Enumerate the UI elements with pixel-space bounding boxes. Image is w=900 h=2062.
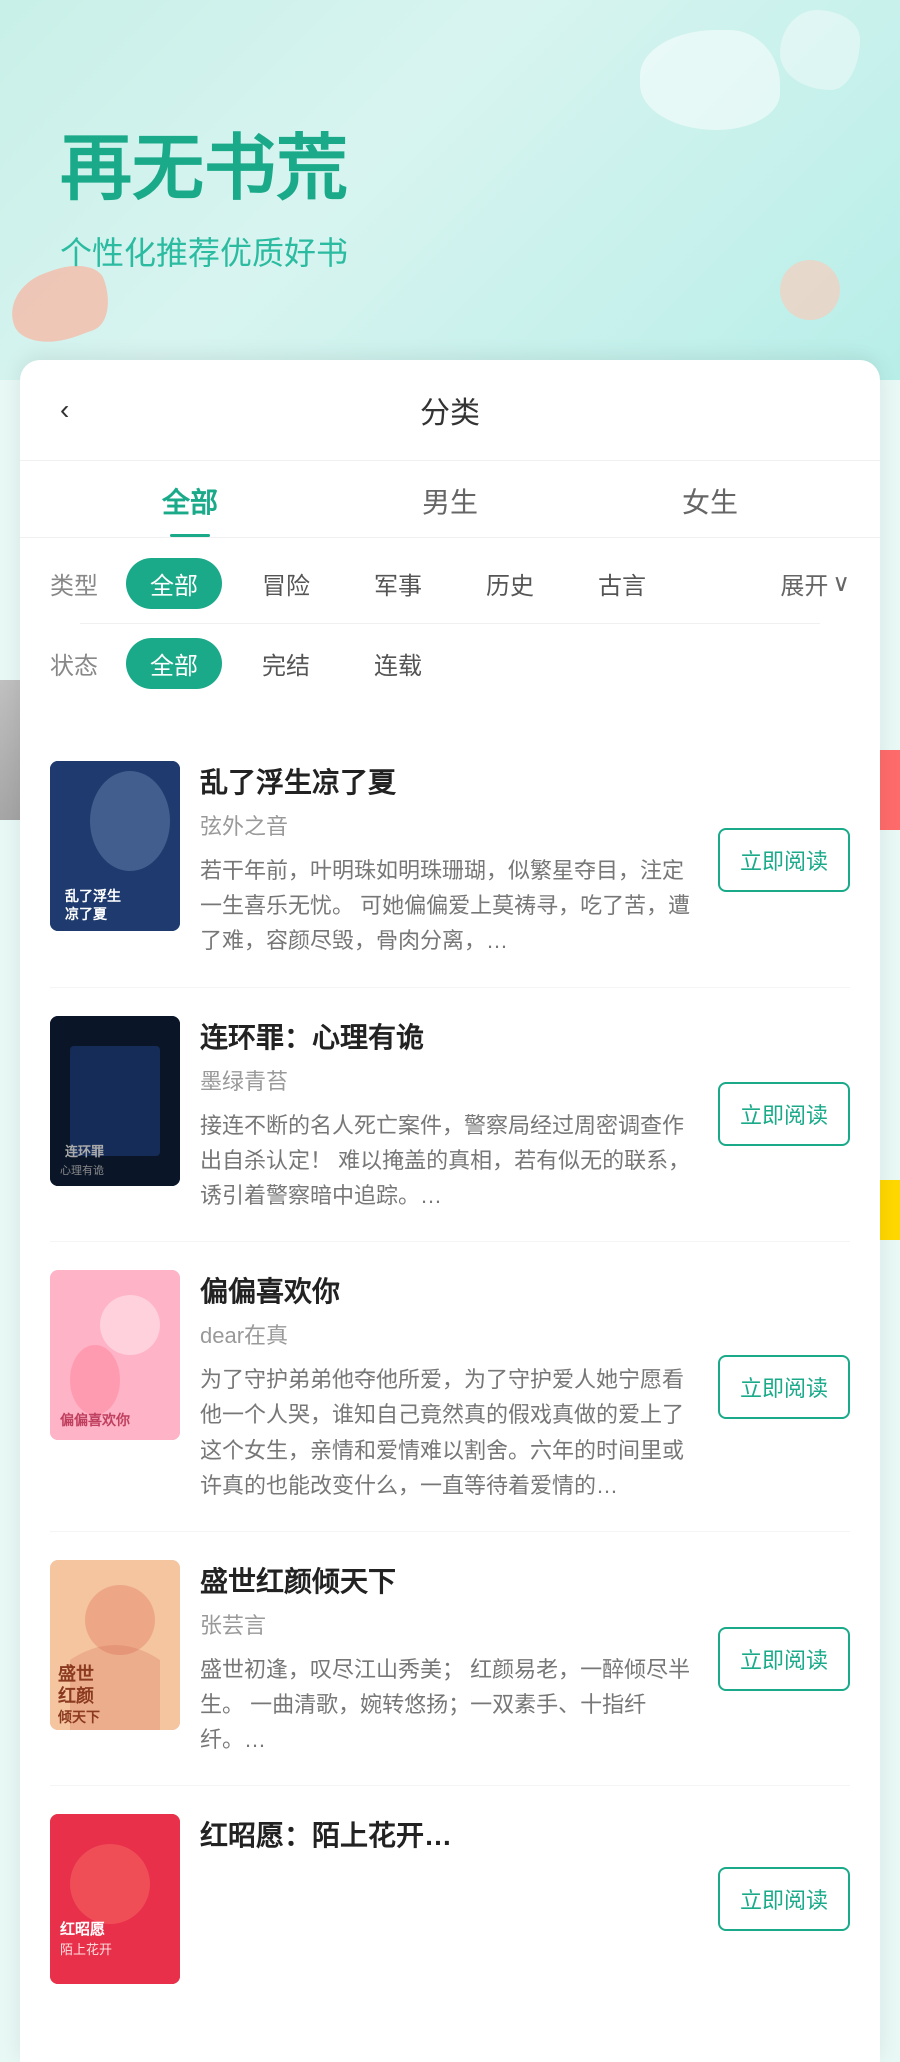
book-cover-3[interactable]: 偏偏喜欢你 [50, 1270, 180, 1440]
svg-text:盛世: 盛世 [58, 1663, 94, 1684]
decorative-blob-3 [780, 260, 840, 320]
book-title-5: 红昭愿：陌上花开… [200, 1814, 698, 1854]
status-filter-completed[interactable]: 完结 [238, 638, 334, 689]
book-title-4: 盛世红颜倾天下 [200, 1560, 698, 1600]
type-filter-row: 类型 全部 冒险 军事 历史 古言 展开 ∨ [50, 558, 850, 609]
book-title-2: 连环罪：心理有诡 [200, 1016, 698, 1056]
book-author-4: 张芸言 [200, 1608, 698, 1640]
book-info-3: 偏偏喜欢你 dear在真 为了守护弟弟他夺他所爱，为了守护爱人她宁愿看他一个人哭… [200, 1270, 698, 1503]
filter-divider [80, 623, 820, 624]
book-cover-2[interactable]: 连环罪 心理有诡 [50, 1016, 180, 1186]
book-title-1: 乱了浮生凉了夏 [200, 761, 698, 801]
tab-male[interactable]: 男生 [320, 481, 580, 537]
svg-text:倾天下: 倾天下 [57, 1709, 100, 1726]
main-card: ‹ 分类 全部 男生 女生 类型 全部 冒险 军事 历史 古言 展开 ∨ 状态 … [20, 360, 880, 2062]
book-desc-2: 接连不断的名人死亡案件，警察局经过周密调查作出自杀认定！ 难以掩盖的真相，若有似… [200, 1108, 698, 1214]
expand-button[interactable]: 展开 ∨ [780, 566, 850, 601]
svg-text:红昭愿: 红昭愿 [60, 1920, 105, 1938]
book-info-4: 盛世红颜倾天下 张芸言 盛世初逢，叹尽江山秀美； 红颜易老，一醉倾尽半生。 一曲… [200, 1560, 698, 1758]
status-filter-all[interactable]: 全部 [126, 638, 222, 689]
hero-section: 再无书荒 个性化推荐优质好书 [0, 0, 900, 380]
book-info-1: 乱了浮生凉了夏 弦外之音 若干年前，叶明珠如明珠珊瑚，似繁星夺目，注定一生喜乐无… [200, 761, 698, 959]
chevron-down-icon: ∨ [832, 569, 850, 598]
tab-female[interactable]: 女生 [580, 481, 840, 537]
hero-title: 再无书荒 [60, 126, 840, 212]
book-author-2: 墨绿青苔 [200, 1064, 698, 1096]
book-author-3: dear在真 [200, 1318, 698, 1350]
svg-text:乱了浮生: 乱了浮生 [65, 888, 121, 905]
type-filter-label: 类型 [50, 566, 110, 601]
book-cover-5[interactable]: 红昭愿 陌上花开 [50, 1814, 180, 1984]
read-button-3[interactable]: 立即阅读 [718, 1355, 850, 1419]
read-button-4[interactable]: 立即阅读 [718, 1627, 850, 1691]
type-filter-military[interactable]: 军事 [350, 558, 446, 609]
hero-subtitle: 个性化推荐优质好书 [60, 228, 840, 274]
read-button-5[interactable]: 立即阅读 [718, 1867, 850, 1931]
status-filter-label: 状态 [50, 646, 110, 681]
book-info-2: 连环罪：心理有诡 墨绿青苔 接连不断的名人死亡案件，警察局经过周密调查作出自杀认… [200, 1016, 698, 1214]
decorative-blob-1 [640, 30, 780, 130]
read-button-2[interactable]: 立即阅读 [718, 1082, 850, 1146]
svg-text:心理有诡: 心理有诡 [60, 1163, 104, 1177]
tabs-row: 全部 男生 女生 [20, 461, 880, 538]
table-row: 盛世 红颜 倾天下 盛世红颜倾天下 张芸言 盛世初逢，叹尽江山秀美； 红颜易老，… [50, 1532, 850, 1787]
book-info-5: 红昭愿：陌上花开… [200, 1814, 698, 1866]
book-cover-1[interactable]: 乱了浮生 凉了夏 [50, 761, 180, 931]
type-filter-adventure[interactable]: 冒险 [238, 558, 334, 609]
filter-section: 类型 全部 冒险 军事 历史 古言 展开 ∨ 状态 全部 完结 连载 [20, 538, 880, 723]
tab-all[interactable]: 全部 [60, 481, 320, 537]
type-filter-history[interactable]: 历史 [462, 558, 558, 609]
book-desc-1: 若干年前，叶明珠如明珠珊瑚，似繁星夺目，注定一生喜乐无忧。 可她偏偏爱上莫祷寻，… [200, 853, 698, 959]
type-filter-all[interactable]: 全部 [126, 558, 222, 609]
back-button[interactable]: ‹ [60, 394, 69, 426]
book-desc-3: 为了守护弟弟他夺他所爱，为了守护爱人她宁愿看他一个人哭，谁知自己竟然真的假戏真做… [200, 1362, 698, 1503]
table-row: 偏偏喜欢你 偏偏喜欢你 dear在真 为了守护弟弟他夺他所爱，为了守护爱人她宁愿… [50, 1242, 850, 1532]
book-title-3: 偏偏喜欢你 [200, 1270, 698, 1310]
page-title: 分类 [420, 388, 480, 432]
status-filter-row: 状态 全部 完结 连载 [50, 638, 850, 689]
book-author-1: 弦外之音 [200, 809, 698, 841]
svg-text:红颜: 红颜 [58, 1685, 94, 1706]
table-row: 乱了浮生 凉了夏 乱了浮生凉了夏 弦外之音 若干年前，叶明珠如明珠珊瑚，似繁星夺… [50, 733, 850, 988]
decorative-blob-2 [780, 10, 860, 90]
type-filter-ancient[interactable]: 古言 [574, 558, 670, 609]
table-row: 红昭愿 陌上花开 红昭愿：陌上花开… 立即阅读 [50, 1786, 850, 2012]
book-desc-4: 盛世初逢，叹尽江山秀美； 红颜易老，一醉倾尽半生。 一曲清歌，婉转悠扬；一双素手… [200, 1652, 698, 1758]
svg-text:陌上花开: 陌上花开 [60, 1942, 112, 1957]
book-list: 乱了浮生 凉了夏 乱了浮生凉了夏 弦外之音 若干年前，叶明珠如明珠珊瑚，似繁星夺… [20, 723, 880, 2022]
status-filter-ongoing[interactable]: 连载 [350, 638, 446, 689]
read-button-1[interactable]: 立即阅读 [718, 828, 850, 892]
svg-text:凉了夏: 凉了夏 [65, 906, 108, 923]
svg-text:连环罪: 连环罪 [65, 1144, 104, 1159]
book-cover-4[interactable]: 盛世 红颜 倾天下 [50, 1560, 180, 1730]
card-header: ‹ 分类 [20, 360, 880, 461]
table-row: 连环罪 心理有诡 连环罪：心理有诡 墨绿青苔 接连不断的名人死亡案件，警察局经过… [50, 988, 850, 1243]
svg-text:偏偏喜欢你: 偏偏喜欢你 [60, 1412, 130, 1429]
